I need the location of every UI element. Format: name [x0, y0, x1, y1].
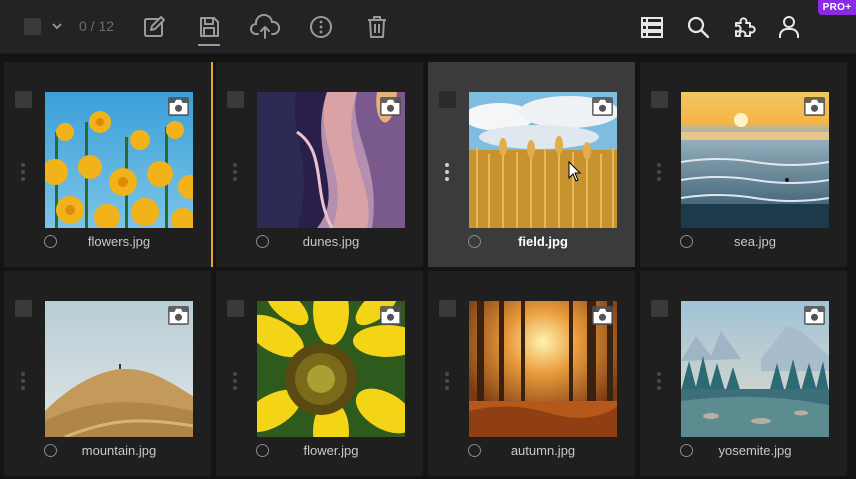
file-name: yosemite.jpg	[718, 443, 792, 458]
thumbnail[interactable]	[681, 301, 829, 437]
file-name: mountain.jpg	[81, 443, 157, 458]
card-checkbox[interactable]	[15, 300, 32, 317]
thumbnail[interactable]	[45, 92, 193, 228]
plugin-icon[interactable]	[731, 14, 757, 40]
chevron-down-icon[interactable]	[50, 19, 64, 33]
selection-count: 0 / 12	[79, 18, 115, 34]
image-card[interactable]: flowers.jpg	[4, 62, 211, 267]
trash-icon[interactable]	[364, 13, 390, 41]
drag-handle-icon[interactable]	[656, 372, 662, 392]
file-name: flower.jpg	[303, 443, 359, 458]
card-checkbox[interactable]	[227, 91, 244, 108]
camera-icon	[380, 97, 401, 116]
card-checkbox[interactable]	[15, 91, 32, 108]
thumbnail[interactable]	[257, 92, 405, 228]
image-card[interactable]: yosemite.jpg	[640, 271, 847, 476]
drag-handle-icon[interactable]	[20, 163, 26, 183]
file-name: autumn.jpg	[510, 443, 576, 458]
image-card[interactable]: flower.jpg	[216, 271, 423, 476]
camera-icon	[380, 306, 401, 325]
file-name: flowers.jpg	[87, 234, 151, 249]
edit-icon[interactable]	[141, 14, 167, 40]
thumbnail[interactable]	[257, 301, 405, 437]
select-all-checkbox[interactable]	[24, 18, 41, 35]
camera-icon	[804, 97, 825, 116]
image-card[interactable]: mountain.jpg	[4, 271, 211, 476]
info-icon[interactable]	[308, 14, 334, 40]
drag-handle-icon[interactable]	[656, 163, 662, 183]
search-icon[interactable]	[686, 15, 710, 39]
file-name: dunes.jpg	[302, 234, 360, 249]
toolbar: 0 / 12 PRO+	[0, 0, 856, 54]
file-name: sea.jpg	[734, 234, 776, 249]
user-icon[interactable]	[777, 14, 801, 40]
card-checkbox[interactable]	[439, 300, 456, 317]
thumbnail[interactable]	[469, 301, 617, 437]
drag-handle-icon[interactable]	[444, 372, 450, 392]
list-view-icon[interactable]	[640, 15, 664, 39]
thumbnail[interactable]	[681, 92, 829, 228]
drag-handle-icon[interactable]	[444, 163, 450, 183]
file-name: field.jpg	[518, 234, 568, 249]
drag-handle-icon[interactable]	[232, 372, 238, 392]
drag-handle-icon[interactable]	[20, 372, 26, 392]
card-checkbox[interactable]	[439, 91, 456, 108]
card-checkbox[interactable]	[651, 91, 668, 108]
pro-badge[interactable]: PRO+	[818, 0, 856, 15]
card-checkbox[interactable]	[227, 300, 244, 317]
camera-icon	[592, 306, 613, 325]
image-card[interactable]: autumn.jpg	[428, 271, 635, 476]
camera-icon	[168, 97, 189, 116]
camera-icon	[168, 306, 189, 325]
thumbnail[interactable]	[469, 92, 617, 228]
image-card[interactable]: dunes.jpg	[216, 62, 423, 267]
image-card-selected[interactable]: field.jpg	[428, 62, 635, 267]
image-grid: flowers.jpg dunes.jpg field.jpg sea.jpg …	[4, 62, 850, 479]
card-checkbox[interactable]	[651, 300, 668, 317]
camera-icon	[592, 97, 613, 116]
save-icon[interactable]	[196, 14, 222, 40]
cloud-upload-icon[interactable]	[250, 13, 280, 41]
save-active-indicator	[198, 44, 220, 46]
drag-handle-icon[interactable]	[232, 163, 238, 183]
image-card[interactable]: sea.jpg	[640, 62, 847, 267]
thumbnail[interactable]	[45, 301, 193, 437]
camera-icon	[804, 306, 825, 325]
